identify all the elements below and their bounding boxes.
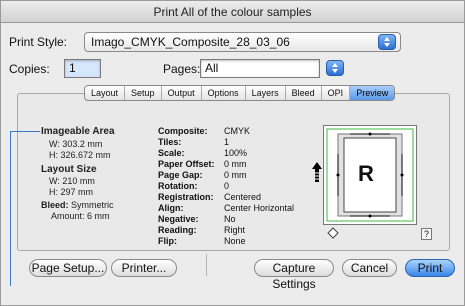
detail-key: Flip: — [158, 236, 177, 246]
tab-setup[interactable]: Setup — [125, 86, 162, 100]
detail-key: Composite: — [158, 126, 208, 136]
tab-preview[interactable]: Preview — [350, 86, 395, 100]
print-button[interactable]: Print — [405, 259, 455, 277]
detail-value: 0 — [224, 181, 230, 191]
pages-popup-icon[interactable] — [326, 60, 344, 76]
rotate-preview-icon[interactable] — [327, 227, 339, 239]
tab-layout[interactable]: Layout — [85, 86, 126, 100]
bleed-line: Bleed: Symmetric — [41, 200, 114, 211]
imageable-area-title: Imageable Area — [41, 126, 115, 137]
tab-bleed[interactable]: Bleed — [286, 86, 322, 100]
detail-key: Scale: — [158, 148, 185, 158]
detail-value: 0 mm — [224, 170, 247, 180]
tab-options[interactable]: Options — [202, 86, 246, 100]
page-preview: R — [323, 125, 417, 225]
tab-bar: Layout Setup Output Options Layers Bleed… — [84, 85, 396, 101]
tab-layers[interactable]: Layers — [246, 86, 286, 100]
detail-value: CMYK — [224, 126, 251, 136]
detail-value: 100% — [224, 148, 248, 158]
bleed-amount: Amount: 6 mm — [51, 211, 110, 221]
callout-line-vertical — [10, 131, 11, 286]
page-setup-button[interactable]: Page Setup... — [29, 259, 107, 277]
print-style-label: Print Style: — [9, 35, 68, 49]
pages-label: Pages: — [163, 62, 201, 76]
cancel-button[interactable]: Cancel — [342, 259, 397, 277]
detail-value: Right — [224, 225, 246, 235]
capture-settings-button[interactable]: Capture Settings — [254, 259, 334, 291]
imageable-area-height: H: 326.672 mm — [49, 150, 111, 160]
printer-button[interactable]: Printer... — [111, 259, 177, 277]
detail-key: Rotation: — [158, 181, 198, 191]
callout-line-horizontal — [10, 131, 40, 132]
bleed-label: Bleed: — [41, 200, 69, 210]
copies-label: Copies: — [9, 62, 50, 76]
detail-key: Reading: — [158, 225, 197, 235]
imageable-area-width: W: 303.2 mm — [49, 139, 103, 149]
help-button[interactable]: ? — [421, 228, 432, 240]
detail-key: Align: — [158, 203, 184, 213]
detail-key: Negative: — [158, 214, 199, 224]
tab-output[interactable]: Output — [162, 86, 202, 100]
bleed-value: Symmetric — [71, 200, 114, 210]
detail-key: Tiles: — [158, 137, 182, 147]
print-style-popup[interactable]: Imago_CMYK_Composite_28_03_06 — [84, 32, 401, 52]
window-title: Print All of the colour samples — [1, 1, 464, 23]
detail-key: Registration: — [158, 192, 214, 202]
detail-value: 0 mm — [224, 159, 247, 169]
layout-size-height: H: 297 mm — [49, 187, 94, 197]
detail-value: No — [224, 214, 236, 224]
copies-field[interactable]: 1 — [64, 59, 101, 78]
detail-key: Paper Offset: — [158, 159, 215, 169]
tab-opi[interactable]: OPI — [322, 86, 351, 100]
detail-key: Page Gap: — [158, 170, 203, 180]
detail-value: Centered — [224, 192, 262, 202]
button-separator — [206, 254, 207, 276]
preview-glyph: R — [358, 161, 374, 186]
layout-size-width: W: 210 mm — [49, 176, 95, 186]
print-style-value: Imago_CMYK_Composite_28_03_06 — [91, 35, 290, 49]
detail-value: None — [224, 236, 246, 246]
detail-value: Center Horizontal — [224, 203, 295, 213]
feed-direction-arrow-icon — [312, 162, 322, 182]
print-style-stepper-icon — [378, 34, 396, 50]
detail-value: 1 — [224, 137, 230, 147]
print-dialog: Print All of the colour samples Print St… — [0, 0, 465, 306]
layout-size-title: Layout Size — [41, 164, 97, 175]
pages-field[interactable]: All — [200, 59, 320, 78]
